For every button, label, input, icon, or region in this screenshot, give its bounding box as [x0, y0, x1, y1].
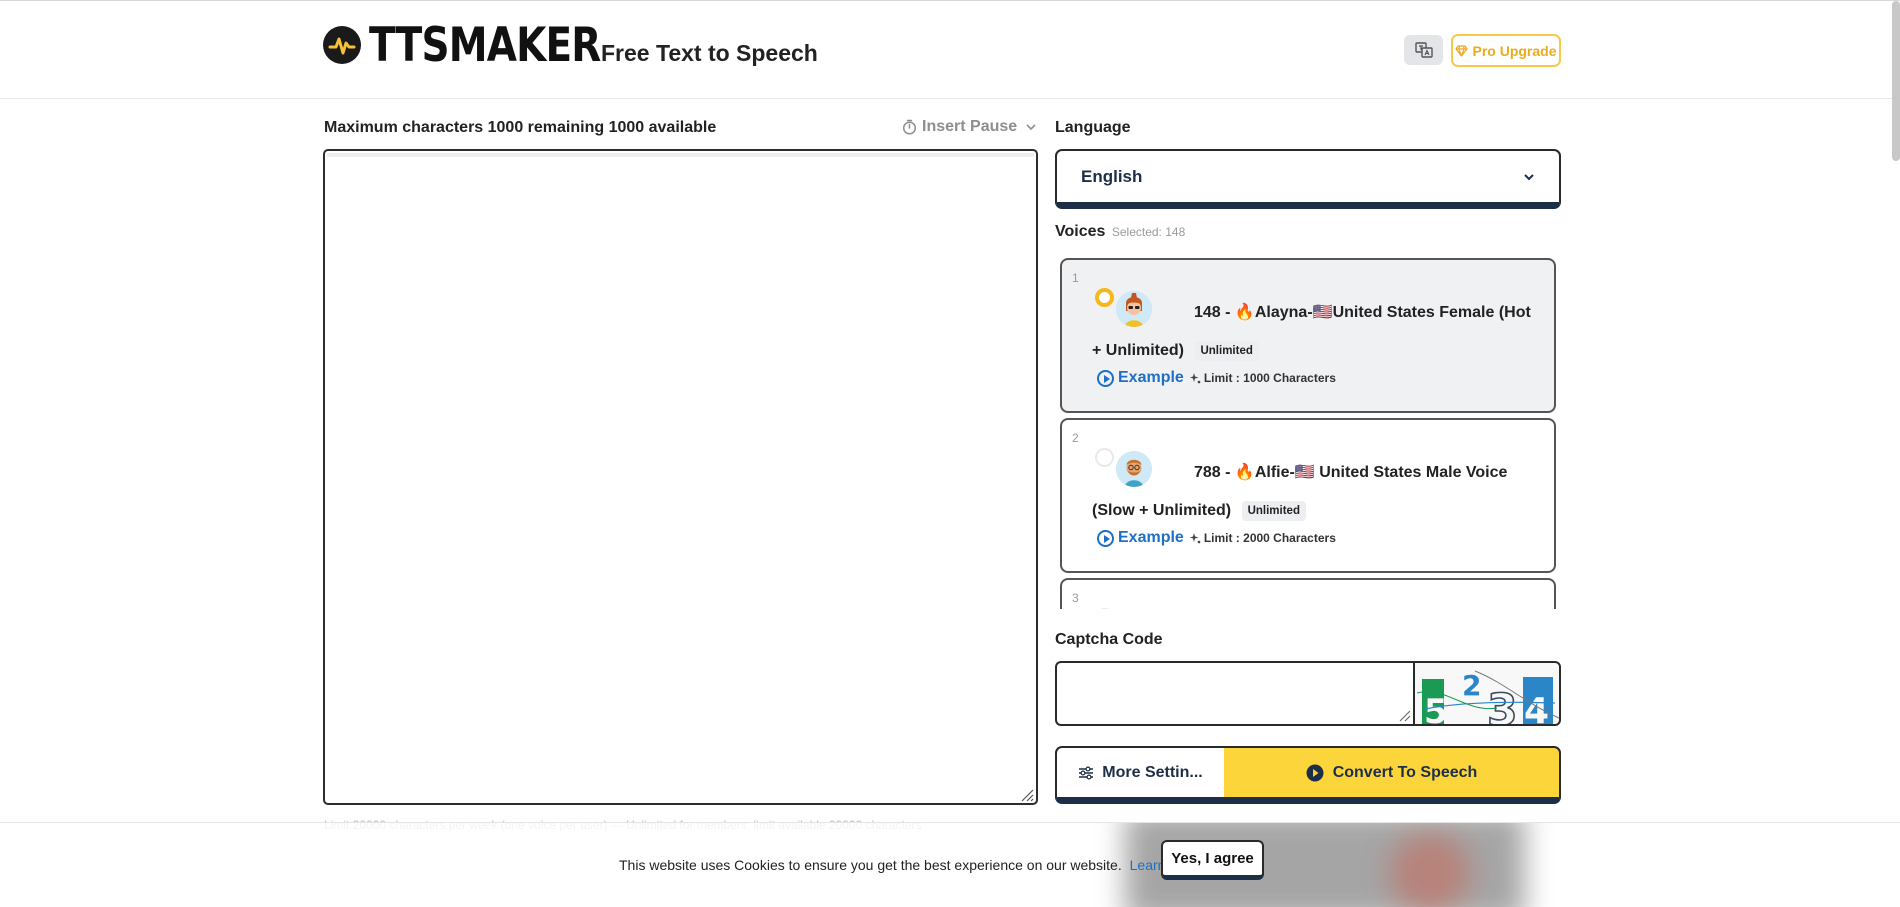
- cookie-banner: This website uses Cookies to ensure you …: [0, 822, 1900, 907]
- page-scrollbar[interactable]: [1892, 1, 1900, 161]
- voice-number: 1: [1072, 271, 1079, 285]
- tagline: Free Text to Speech: [601, 40, 818, 66]
- example-link[interactable]: Example: [1118, 369, 1184, 387]
- chevron-down-icon: [1524, 173, 1534, 180]
- us-flag-icon: 🇺🇸: [1312, 304, 1333, 321]
- captcha-input[interactable]: [1055, 661, 1415, 726]
- cookie-text: This website uses Cookies to ensure you …: [619, 857, 1122, 873]
- translate-button[interactable]: [1404, 35, 1443, 65]
- text-input-top-shade: [327, 153, 1034, 157]
- voice-card[interactable]: 3: [1060, 578, 1556, 609]
- voice-code: 788 -: [1194, 464, 1231, 481]
- voices-selected-count: Selected: 148: [1111, 225, 1186, 239]
- language-label: Language: [1055, 119, 1131, 136]
- page: TTSMAKER Free Text to Speech Pro Upgrade…: [0, 0, 1900, 907]
- resize-handle-icon[interactable]: [1018, 786, 1034, 802]
- voices-label: Voices Selected: 148: [1055, 223, 1185, 241]
- voice-list[interactable]: 1 148 - 🔥Alayna-🇺🇸United States Female (…: [1055, 253, 1565, 609]
- us-flag-icon: 🇺🇸: [1294, 464, 1315, 481]
- convert-label: Convert To Speech: [1332, 763, 1478, 781]
- sparkle-icon: [1189, 373, 1201, 384]
- voice-number: 3: [1072, 591, 1079, 605]
- blurred-ad-highlight: [1390, 833, 1470, 907]
- unlimited-badge: Unlimited: [1194, 340, 1259, 361]
- insert-pause-dropdown[interactable]: Insert Pause: [902, 118, 1037, 136]
- chevron-down-icon: [1026, 124, 1036, 131]
- resize-handle-icon[interactable]: [1397, 708, 1411, 722]
- language-selected-value: English: [1081, 166, 1143, 186]
- pro-upgrade-label: Pro Upgrade: [1472, 42, 1557, 59]
- voice-limit: Limit : 1000 Characters: [1203, 371, 1336, 385]
- voice-radio[interactable]: [1095, 608, 1114, 609]
- char-count-info: Maximum characters 1000 remaining 1000 a…: [324, 119, 717, 136]
- example-link[interactable]: Example: [1118, 529, 1184, 547]
- voice-meta: Example Limit : 1000 Characters: [1097, 369, 1336, 387]
- captcha-image[interactable]: 5 2 3 4: [1413, 661, 1561, 726]
- fire-icon: 🔥: [1234, 304, 1255, 321]
- voices-title: Voices: [1055, 223, 1106, 240]
- sparkle-icon: [1189, 533, 1201, 544]
- captcha-digit: 3: [1487, 685, 1518, 726]
- play-circle-icon[interactable]: [1097, 529, 1114, 547]
- voice-meta: Example Limit : 2000 Characters: [1097, 529, 1336, 547]
- voice-limit: Limit : 2000 Characters: [1203, 531, 1336, 545]
- sliders-icon: [1079, 765, 1094, 780]
- voice-title: 788 - 🔥Alfie-🇺🇸 United States Male Voice…: [1092, 454, 1538, 530]
- text-input[interactable]: [323, 149, 1038, 805]
- translate-icon: [1414, 42, 1433, 58]
- more-settings-label: More Settin...: [1102, 763, 1203, 781]
- fire-icon: 🔥: [1234, 464, 1255, 481]
- voice-card[interactable]: 2 788 - 🔥Alfie-🇺🇸 United States Male Voi…: [1060, 418, 1556, 573]
- header: TTSMAKER Free Text to Speech Pro Upgrade: [0, 1, 1900, 99]
- waveform-icon: [328, 37, 356, 55]
- more-settings-button[interactable]: More Settin...: [1055, 746, 1224, 804]
- cookie-agree-button[interactable]: Yes, I agree: [1161, 840, 1264, 880]
- logo-icon[interactable]: [323, 26, 361, 64]
- voice-card[interactable]: 1 148 - 🔥Alayna-🇺🇸United States Female (…: [1060, 258, 1556, 413]
- voice-number: 2: [1072, 431, 1079, 445]
- voice-title: 148 - 🔥Alayna-🇺🇸United States Female (Ho…: [1092, 294, 1538, 370]
- captcha-digit: 2: [1462, 669, 1481, 702]
- pro-upgrade-button[interactable]: Pro Upgrade: [1451, 34, 1561, 67]
- cookie-message: This website uses Cookies to ensure you …: [619, 857, 1201, 873]
- convert-to-speech-button[interactable]: Convert To Speech: [1224, 746, 1561, 804]
- voice-name: Alfie-: [1254, 464, 1295, 481]
- play-circle-icon: [1306, 764, 1324, 781]
- play-circle-icon[interactable]: [1097, 369, 1114, 387]
- diamond-icon: [1455, 44, 1469, 57]
- voice-name: Alayna-: [1254, 304, 1313, 321]
- unlimited-badge: Unlimited: [1241, 500, 1306, 521]
- captcha-label: Captcha Code: [1055, 631, 1163, 648]
- voice-code: 148 -: [1194, 304, 1231, 321]
- captcha-digit: 4: [1524, 691, 1549, 726]
- insert-pause-label: Insert Pause: [922, 118, 1018, 135]
- language-select[interactable]: English: [1055, 149, 1561, 209]
- timer-icon: [902, 119, 917, 135]
- logo-text[interactable]: TTSMAKER: [369, 19, 601, 73]
- captcha-graphic: 5 2 3 4: [1416, 669, 1559, 726]
